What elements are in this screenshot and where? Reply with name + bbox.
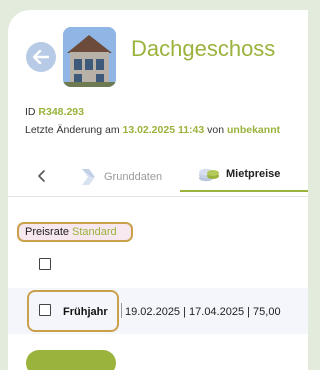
last-change-label: Letzte Änderung am — [25, 124, 120, 136]
last-change-datetime: 13.02.2025 11:43 — [122, 124, 205, 136]
page-title: Dachgeschoss — [131, 36, 276, 61]
tab-bar: Grunddaten Mietpreise — [8, 158, 308, 196]
row-name: Frühjahr — [63, 306, 108, 318]
last-change: Letzte Änderung am 13.02.2025 11:43 von … — [25, 124, 280, 136]
id-value: R348.293 — [38, 106, 84, 118]
object-id: ID R348.293 — [25, 106, 84, 118]
price-rate-selector[interactable]: Preisrate Standard — [17, 222, 133, 242]
tab-grunddaten-label: Grunddaten — [104, 171, 163, 183]
chevron-left-icon[interactable] — [35, 169, 49, 183]
price-rate-value: Standard — [72, 226, 117, 238]
tab-grunddaten[interactable]: Grunddaten — [80, 168, 162, 186]
row-checkbox[interactable] — [39, 304, 51, 316]
tab-mietpreise[interactable]: Mietpreise — [180, 158, 308, 192]
content-card: Dachgeschoss ID R348.293 Letzte Änderung… — [8, 10, 308, 370]
tab-divider — [8, 196, 308, 197]
price-rate-label: Preisrate — [25, 226, 70, 238]
back-button[interactable] — [26, 42, 56, 72]
arrow-left-icon — [33, 50, 49, 64]
coins-icon — [199, 168, 219, 182]
chevron-right-icon — [82, 169, 95, 185]
select-all-checkbox[interactable] — [39, 258, 51, 270]
id-label: ID — [25, 106, 36, 118]
changed-by-label: von — [207, 124, 225, 136]
action-button[interactable] — [26, 350, 116, 370]
changed-by-value: unbekannt — [227, 124, 281, 136]
row-separator — [121, 303, 122, 318]
row-details: 19.02.2025 | 17.04.2025 | 75,00 — [125, 306, 281, 318]
property-image — [63, 27, 116, 87]
tab-mietpreise-label: Mietpreise — [226, 168, 281, 180]
